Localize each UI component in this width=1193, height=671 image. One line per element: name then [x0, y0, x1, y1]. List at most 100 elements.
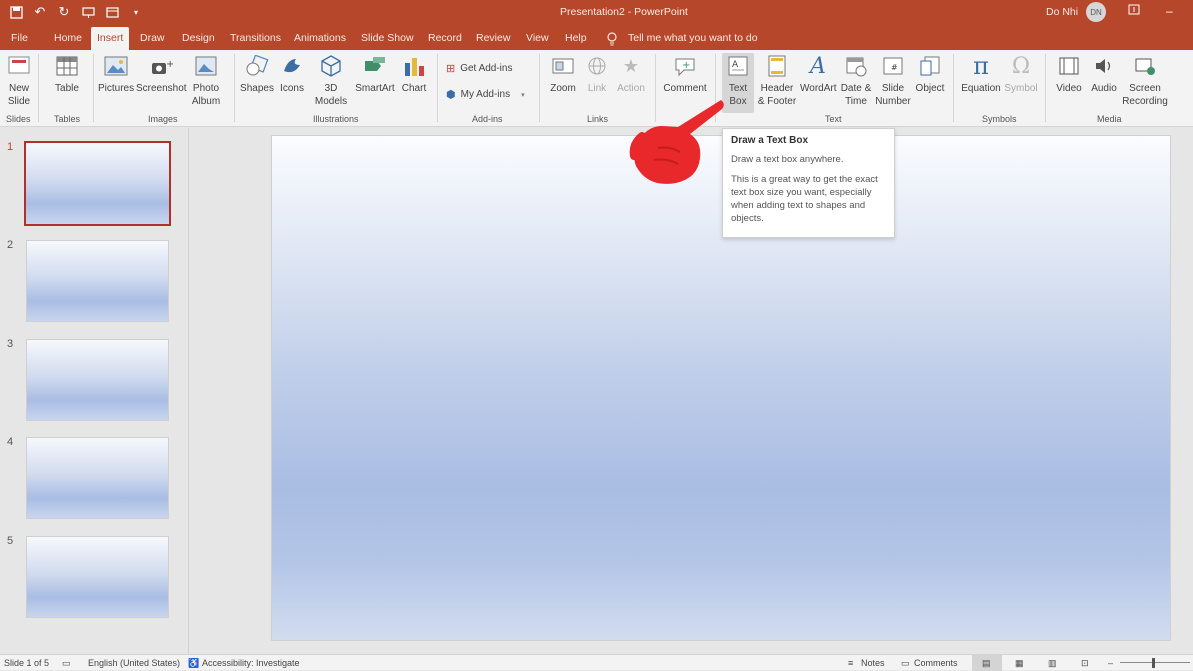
slide-number-button[interactable]: # Slide Number [874, 53, 912, 108]
shapes-button[interactable]: Shapes [240, 53, 274, 95]
tab-design[interactable]: Design [182, 32, 215, 44]
tab-transitions[interactable]: Transitions [230, 32, 281, 44]
present-icon[interactable] [80, 3, 96, 21]
globe-icon [584, 53, 610, 79]
text-box-label: Text [728, 83, 748, 94]
redo-icon[interactable]: ↻ [56, 3, 72, 21]
screenshot-button[interactable]: + Screenshot [136, 53, 187, 95]
screen-recording-button[interactable]: Screen Recording [1120, 53, 1170, 108]
customize-icon[interactable]: ▾ [128, 3, 144, 21]
ribbon-tabs: File Home Insert Draw Design Transitions… [0, 27, 1193, 50]
tab-home[interactable]: Home [54, 32, 82, 44]
comment-icon: + [672, 53, 698, 79]
tab-draw[interactable]: Draw [140, 32, 165, 44]
cube-icon [318, 53, 344, 79]
undo-icon[interactable]: ↶ [32, 3, 48, 21]
get-addins-button[interactable]: ⊞ Get Add-ins [446, 62, 512, 75]
comment-button[interactable]: + Comment [661, 53, 709, 95]
table-button[interactable]: Table [50, 53, 84, 95]
zoom-icon [550, 53, 576, 79]
photo-album-button[interactable]: Photo Album [188, 53, 224, 108]
tab-file[interactable]: File [11, 32, 28, 44]
svg-text:+: + [166, 59, 173, 70]
slide-number: 3 [7, 338, 14, 350]
symbol-button[interactable]: Ω Symbol [1003, 53, 1039, 95]
screenshot-icon: + [148, 53, 174, 79]
zoom-slider-thumb[interactable] [1152, 658, 1155, 668]
slide-sorter-icon[interactable]: ▦ [1015, 658, 1024, 669]
header-footer-label: Header [760, 83, 794, 94]
pi-icon: π [973, 51, 989, 80]
group-addins: Add-ins [472, 114, 503, 124]
slide-thumbnail-4[interactable] [26, 437, 169, 519]
layout-icon[interactable] [104, 3, 120, 21]
slide-number: 5 [7, 535, 14, 547]
ribbon-display-icon[interactable] [1128, 4, 1140, 18]
slide-number-icon: # [880, 53, 906, 79]
video-button[interactable]: Video [1053, 53, 1085, 95]
tab-slide-show[interactable]: Slide Show [361, 32, 414, 44]
chart-button[interactable]: Chart [399, 53, 429, 95]
tab-review[interactable]: Review [476, 32, 510, 44]
zoom-slider[interactable] [1120, 662, 1190, 663]
slideshow-icon[interactable]: ⊡ [1081, 658, 1089, 669]
tooltip-line-1: Draw a text box anywhere. [731, 154, 844, 165]
photo-album-label-2: Album [191, 96, 221, 107]
my-addins-button[interactable]: ⬢ My Add-ins ▾ [446, 88, 525, 101]
spell-check-icon[interactable]: ▭ [62, 658, 71, 669]
pictures-button[interactable]: Pictures [98, 53, 134, 95]
slide-canvas[interactable] [271, 135, 1171, 641]
icons-button[interactable]: Icons [277, 53, 307, 95]
separator [234, 54, 235, 122]
slide-thumbnail-3[interactable] [26, 339, 169, 421]
get-addins-label: Get Add-ins [460, 63, 513, 74]
3d-models-button[interactable]: 3D Models [312, 53, 350, 108]
date-time-button[interactable]: Date & Time [839, 53, 873, 108]
tab-record[interactable]: Record [428, 32, 462, 44]
equation-button[interactable]: π Equation [960, 53, 1002, 95]
separator [1045, 54, 1046, 122]
slide-thumbnail-2[interactable] [26, 240, 169, 322]
action-button[interactable]: ★ Action [614, 53, 648, 95]
smartart-button[interactable]: SmartArt [354, 53, 396, 95]
addins-icon: ⬢ [446, 89, 456, 101]
text-box-icon: A [725, 53, 751, 79]
group-media: Media [1097, 114, 1122, 124]
separator [93, 54, 94, 122]
window-title: Presentation2 - PowerPoint [560, 6, 688, 18]
user-name[interactable]: Do Nhi [1046, 6, 1078, 18]
zoom-out-icon[interactable]: – [1108, 658, 1113, 668]
photo-album-label: Photo [192, 83, 220, 94]
star-icon: ★ [622, 55, 640, 76]
zoom-label: Zoom [550, 83, 576, 94]
reading-view-icon[interactable]: ▥ [1048, 658, 1057, 669]
tell-me-search[interactable]: Tell me what you want to do [628, 32, 758, 44]
tab-help[interactable]: Help [565, 32, 587, 44]
object-button[interactable]: Object [913, 53, 947, 95]
slide-thumbnail-1[interactable] [24, 141, 171, 226]
tab-view[interactable]: View [526, 32, 549, 44]
save-icon[interactable] [8, 3, 24, 21]
new-slide-button[interactable]: New Slide [3, 53, 35, 108]
link-button[interactable]: Link [584, 53, 610, 95]
tab-insert[interactable]: Insert [91, 27, 130, 50]
svg-text:#: # [891, 63, 898, 72]
zoom-button[interactable]: Zoom [547, 53, 579, 95]
accessibility-status[interactable]: Accessibility: Investigate [202, 658, 300, 668]
group-links: Links [587, 114, 609, 124]
language-indicator[interactable]: English (United States) [88, 658, 180, 668]
avatar[interactable]: DN [1086, 2, 1106, 22]
tab-animations[interactable]: Animations [294, 32, 346, 44]
dropdown-arrow-icon[interactable]: ▾ [521, 91, 525, 99]
wordart-button[interactable]: A WordArt [800, 53, 837, 95]
comments-button[interactable]: Comments [914, 658, 958, 668]
notes-button[interactable]: Notes [861, 658, 885, 668]
status-bar: Slide 1 of 5 ▭ English (United States) ♿… [0, 654, 1193, 671]
minimize-icon[interactable]: – [1166, 4, 1173, 18]
audio-button[interactable]: Audio [1088, 53, 1120, 95]
3d-models-label: 3D [324, 83, 338, 94]
slide-thumbnail-5[interactable] [26, 536, 169, 618]
header-footer-button[interactable]: Header & Footer [756, 53, 798, 108]
accessibility-icon: ♿ [188, 658, 200, 668]
action-label: Action [617, 83, 645, 94]
